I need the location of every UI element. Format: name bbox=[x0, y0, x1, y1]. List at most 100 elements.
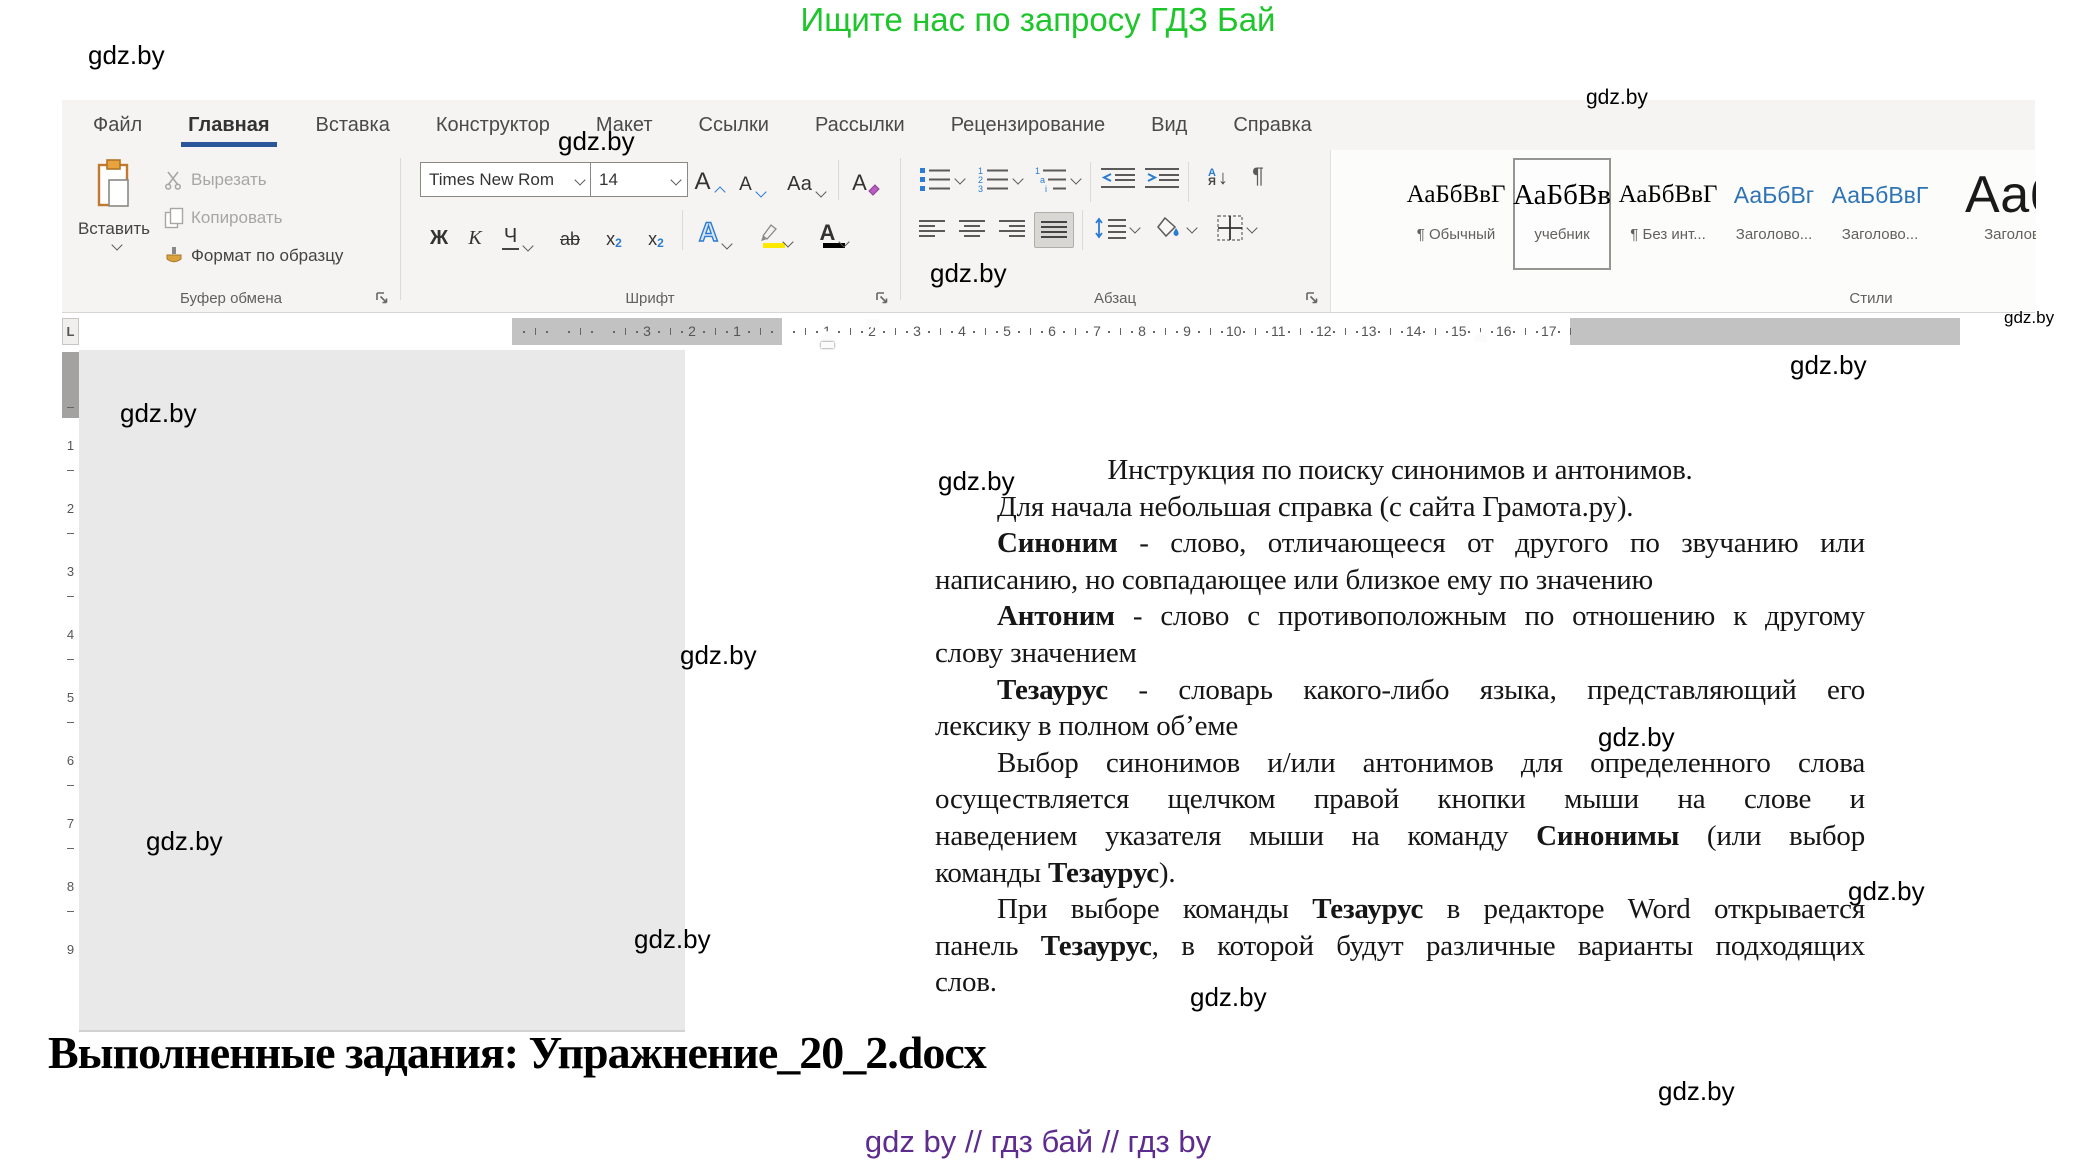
text-run: слову значением bbox=[935, 637, 1137, 669]
ruler-tick bbox=[613, 331, 615, 333]
increase-indent-button[interactable] bbox=[1142, 164, 1182, 194]
change-case-label: Аа bbox=[787, 173, 812, 196]
gdz-watermark: gdz.by bbox=[1190, 982, 1267, 1013]
font-dialog-launcher-icon[interactable] bbox=[875, 291, 890, 306]
chevron-down-icon bbox=[1246, 222, 1257, 233]
shrink-font-button[interactable]: А bbox=[732, 158, 772, 198]
align-right-icon bbox=[999, 219, 1025, 239]
ruler-tick bbox=[1266, 331, 1268, 333]
line-spacing-button[interactable] bbox=[1090, 212, 1142, 244]
grow-font-button[interactable]: А bbox=[688, 158, 730, 198]
justify-button[interactable] bbox=[1034, 212, 1074, 248]
ruler-tick bbox=[1041, 331, 1043, 333]
show-marks-button[interactable]: ¶ bbox=[1244, 160, 1272, 192]
paste-button[interactable]: Вставить bbox=[68, 158, 160, 288]
ruler-tick bbox=[1311, 331, 1313, 333]
text-run: панель bbox=[935, 930, 1041, 962]
ruler-tick bbox=[883, 331, 885, 333]
decrease-indent-button[interactable] bbox=[1098, 164, 1138, 194]
ruler-tick bbox=[748, 331, 750, 333]
ruler-tick bbox=[940, 328, 941, 335]
tab-insert[interactable]: Вставка bbox=[293, 100, 413, 150]
shrink-font-label: А bbox=[739, 174, 752, 196]
copy-button[interactable]: Копировать bbox=[164, 202, 283, 234]
text-run: написанию, но совпадающее или близкое ем… bbox=[935, 564, 1653, 596]
strikethrough-button[interactable]: ab bbox=[550, 212, 590, 252]
subscript-small: 2 bbox=[615, 236, 622, 250]
vertical-ruler[interactable]: 123456789 bbox=[62, 350, 79, 1032]
borders-button[interactable] bbox=[1208, 212, 1264, 244]
text-run: (или выбор bbox=[1679, 820, 1865, 852]
text-effects-label: А bbox=[699, 217, 719, 248]
chevron-down-icon bbox=[670, 174, 681, 185]
text-run: осуществляется щелчком правой кнопки мыш… bbox=[935, 783, 1865, 815]
document-line: панель Тезаурус, в которой будут различн… bbox=[935, 928, 1865, 965]
ruler-tick bbox=[1198, 331, 1200, 333]
tab-help[interactable]: Справка bbox=[1210, 100, 1334, 150]
tab-home[interactable]: Главная bbox=[165, 100, 292, 150]
tab-mailings[interactable]: Рассылки bbox=[792, 100, 928, 150]
italic-button[interactable]: К bbox=[460, 212, 490, 252]
shading-button[interactable] bbox=[1150, 212, 1202, 244]
bold-button[interactable]: Ж bbox=[422, 212, 456, 252]
italic-label: К bbox=[468, 227, 481, 250]
ruler-number: 2 bbox=[62, 501, 79, 516]
ruler-tick bbox=[1356, 331, 1358, 333]
numbering-button[interactable]: 1 2 3 bbox=[972, 164, 1026, 194]
cut-icon bbox=[164, 170, 184, 190]
ruler-tick bbox=[636, 331, 638, 333]
clear-formatting-button[interactable]: А bbox=[844, 158, 888, 198]
ruler-tick bbox=[1030, 328, 1031, 335]
style-card-5[interactable]: АаБбВвГЗаголово... bbox=[1831, 158, 1929, 270]
chevron-down-icon bbox=[1012, 173, 1023, 184]
document-blank-region bbox=[78, 350, 685, 1032]
font-name-select[interactable]: Times New Rom bbox=[420, 162, 592, 197]
style-label: Заголово... bbox=[1725, 226, 1823, 243]
style-card-4[interactable]: АаБбВгЗаголово... bbox=[1725, 158, 1823, 270]
style-label: Заголово... bbox=[1831, 226, 1929, 243]
clipboard-dialog-launcher-icon[interactable] bbox=[375, 291, 390, 306]
horizontal-ruler[interactable]: 3211234567891011121314151617 bbox=[512, 318, 1960, 345]
font-size-select[interactable]: 14 bbox=[590, 162, 688, 197]
tab-file[interactable]: Файл bbox=[70, 100, 165, 150]
tab-view[interactable]: Вид bbox=[1128, 100, 1210, 150]
gdz-tagline: gdz by // гдз бай // гдз by bbox=[0, 1124, 2076, 1160]
align-right-button[interactable] bbox=[994, 214, 1030, 244]
document-text[interactable]: Инструкция по поиску синонимов и антоним… bbox=[935, 452, 1865, 1001]
ruler-number: 1 bbox=[731, 323, 743, 339]
tab-stop-selector[interactable]: L bbox=[62, 318, 79, 345]
text-effects-button[interactable]: А bbox=[690, 210, 740, 250]
document-line: Для начала небольшая справка (с сайта Гр… bbox=[935, 489, 1865, 526]
ruler-number: 10 bbox=[1226, 323, 1238, 339]
bullets-button[interactable] bbox=[914, 164, 968, 194]
multilevel-list-button[interactable]: 1 a i bbox=[1030, 164, 1084, 194]
align-left-button[interactable] bbox=[914, 214, 950, 244]
clipboard-group-label: Буфер обмена bbox=[62, 290, 400, 307]
sort-button[interactable]: А Я ↓ bbox=[1196, 162, 1240, 194]
text-run: Выбор синонимов и/или антонимов для опре… bbox=[997, 747, 1865, 779]
font-color-button[interactable]: А bbox=[808, 208, 860, 248]
tab-review[interactable]: Рецензирование bbox=[928, 100, 1128, 150]
highlight-color-button[interactable] bbox=[748, 208, 800, 248]
align-center-icon bbox=[959, 219, 985, 239]
ruler-tick bbox=[760, 328, 761, 335]
style-card-6[interactable]: АабЗаголов bbox=[1937, 158, 2036, 270]
ruler-tick bbox=[1300, 328, 1301, 335]
align-center-button[interactable] bbox=[954, 214, 990, 244]
document-line: осуществляется щелчком правой кнопки мыш… bbox=[935, 781, 1865, 818]
style-card-2[interactable]: АаБбВвучебник bbox=[1513, 158, 1611, 270]
tab-references[interactable]: Ссылки bbox=[676, 100, 792, 150]
style-card-3[interactable]: АаБбВвГ¶ Без инт... bbox=[1619, 158, 1717, 270]
underline-button[interactable]: Ч bbox=[494, 212, 540, 252]
cut-button[interactable]: Вырезать bbox=[164, 164, 267, 196]
format-painter-button[interactable]: Формат по образцу bbox=[164, 240, 343, 272]
ruler-number: 3 bbox=[62, 564, 79, 579]
left-indent-marker[interactable] bbox=[821, 342, 834, 348]
style-card-1[interactable]: АаБбВвГ¶ Обычный bbox=[1407, 158, 1505, 270]
paragraph-dialog-launcher-icon[interactable] bbox=[1305, 291, 1320, 306]
style-label: ¶ Без инт... bbox=[1619, 226, 1717, 243]
subscript-button[interactable]: x2 bbox=[596, 212, 632, 252]
superscript-button[interactable]: x2 bbox=[638, 212, 674, 252]
change-case-button[interactable]: Аа bbox=[780, 158, 832, 198]
tab-design[interactable]: Конструктор bbox=[413, 100, 573, 150]
